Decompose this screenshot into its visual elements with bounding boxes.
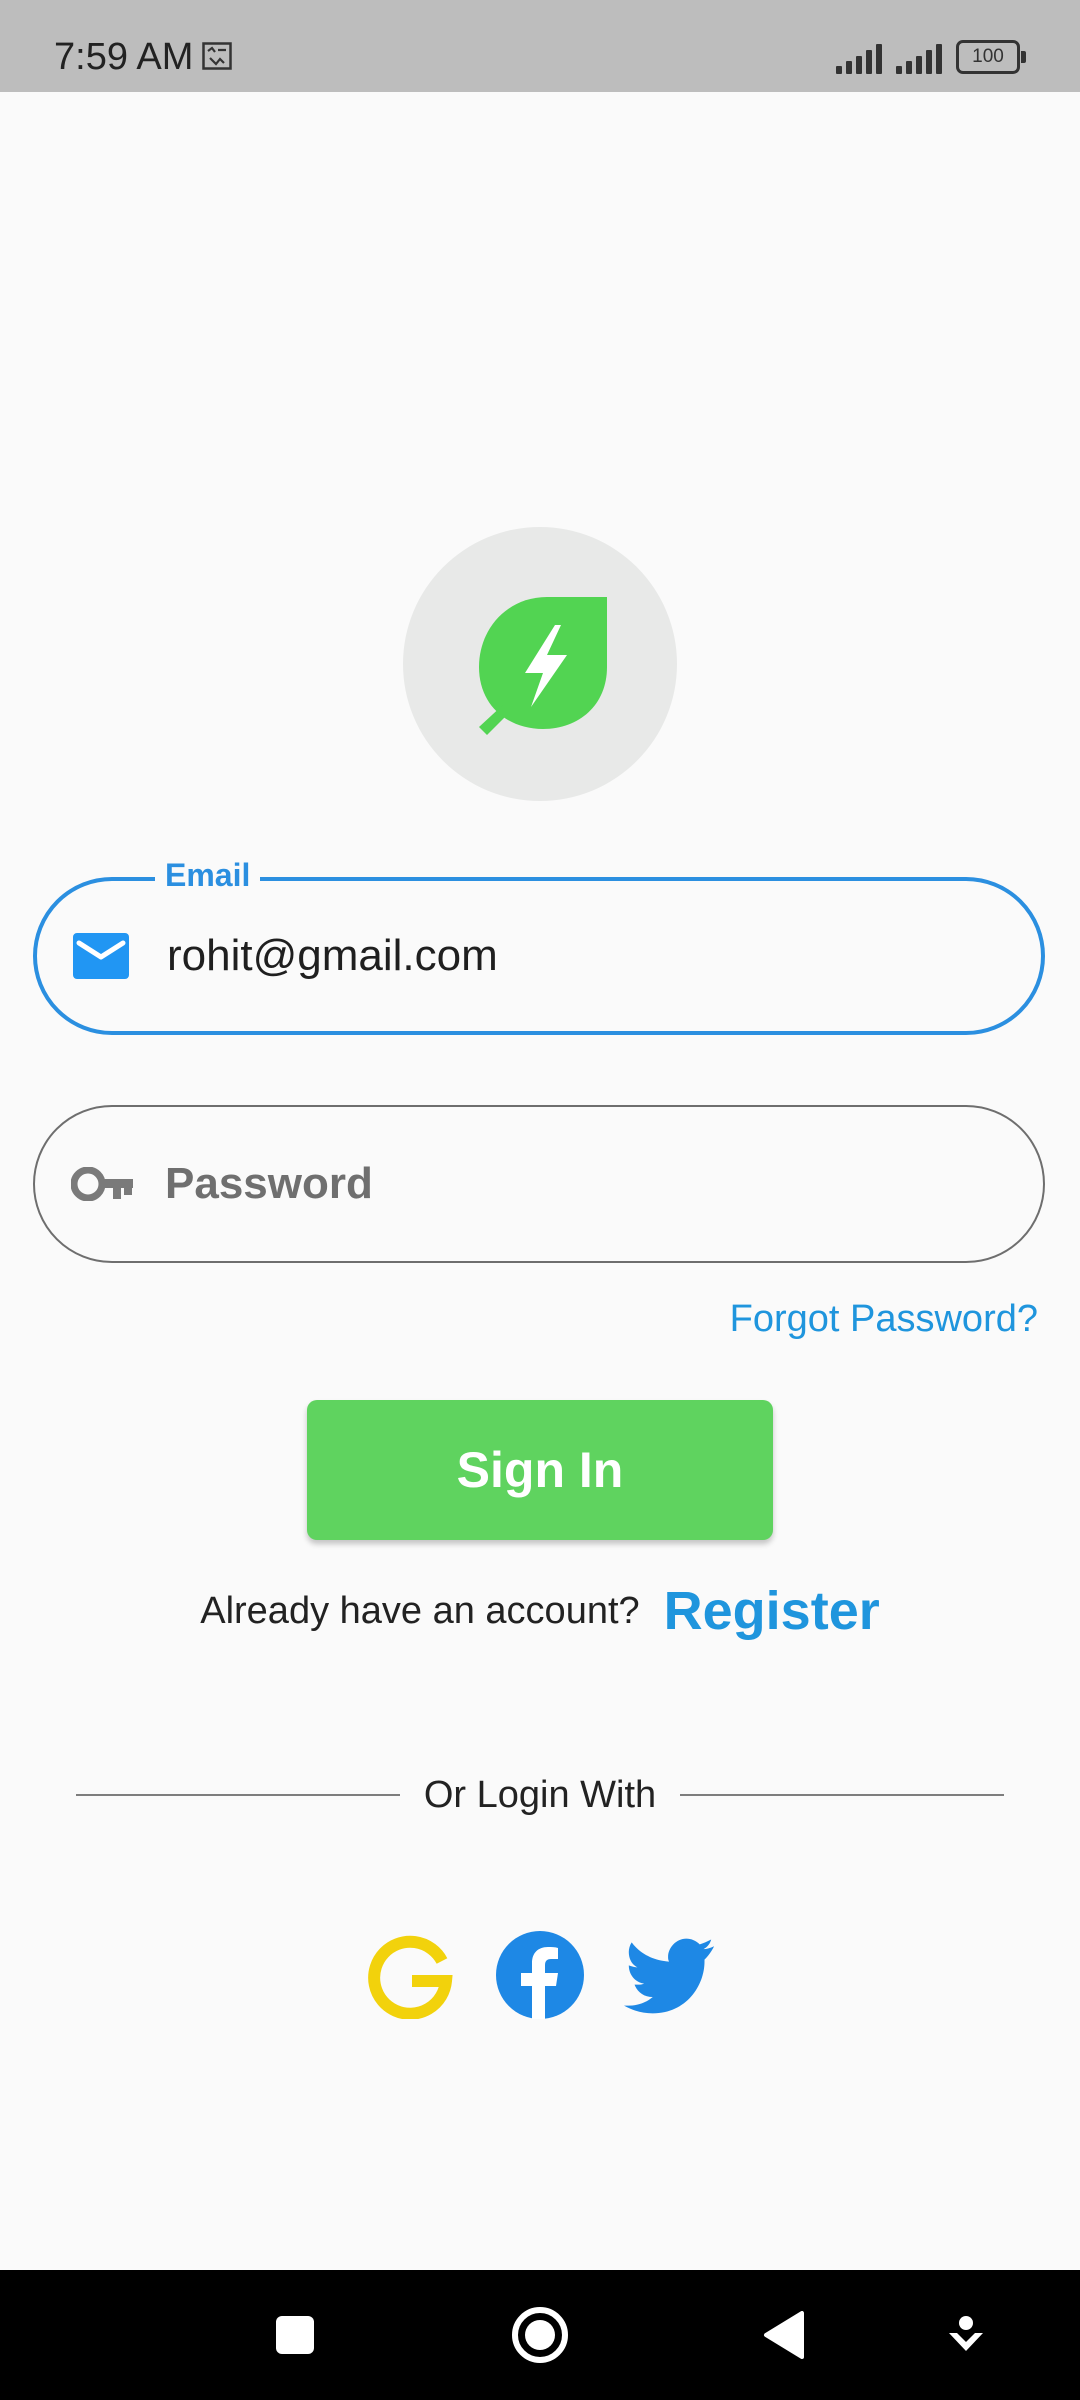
login-divider: Or Login With	[76, 1770, 1004, 1820]
download-icon	[949, 2316, 983, 2351]
home-circle-icon	[512, 2307, 568, 2363]
sign-in-label: Sign In	[456, 1442, 624, 1498]
mail-icon	[73, 933, 129, 979]
square-icon	[276, 2316, 314, 2354]
register-row: Already have an account? Register	[0, 1576, 1080, 1646]
sign-in-button[interactable]: Sign In	[307, 1400, 773, 1540]
facebook-login-button[interactable]	[494, 1929, 586, 2021]
email-field[interactable]: Email rohit@gmail.com	[33, 857, 1045, 1035]
password-field[interactable]: Password	[33, 1105, 1045, 1263]
social-login-row	[0, 1925, 1080, 2025]
password-input[interactable]: Password	[165, 1159, 373, 1209]
home-button[interactable]	[500, 2270, 580, 2400]
status-indicators: 100	[836, 40, 1026, 74]
signal-icon	[836, 42, 882, 74]
key-icon	[71, 1167, 133, 1201]
status-time: 7:59 AM	[54, 36, 194, 78]
app-logo	[403, 527, 677, 801]
back-button[interactable]	[744, 2270, 824, 2400]
register-link[interactable]: Register	[664, 1580, 880, 1642]
divider-text: Or Login With	[423, 1773, 657, 1816]
battery-icon: 100	[956, 40, 1026, 74]
divider-line	[76, 1794, 400, 1796]
facebook-icon	[496, 1931, 584, 2019]
twitter-login-button[interactable]	[624, 1929, 716, 2021]
google-icon	[368, 1935, 453, 2019]
signal-icon	[896, 42, 942, 74]
forgot-password-link[interactable]: Forgot Password?	[730, 1298, 1038, 1341]
screenshot-icon	[202, 42, 232, 70]
divider-line	[680, 1794, 1004, 1796]
download-nav-button[interactable]	[926, 2270, 1006, 2400]
back-triangle-icon	[764, 2311, 804, 2359]
leaf-bolt-icon	[479, 597, 607, 735]
email-label: Email	[155, 857, 261, 894]
twitter-icon	[624, 1938, 715, 2014]
system-nav-bar	[0, 2270, 1080, 2400]
account-prompt: Already have an account?	[200, 1589, 640, 1632]
email-input[interactable]: rohit@gmail.com	[167, 931, 498, 981]
recents-button[interactable]	[255, 2270, 335, 2400]
google-login-button[interactable]	[364, 1929, 456, 2021]
status-bar: 7:59 AM 100	[0, 0, 1080, 92]
